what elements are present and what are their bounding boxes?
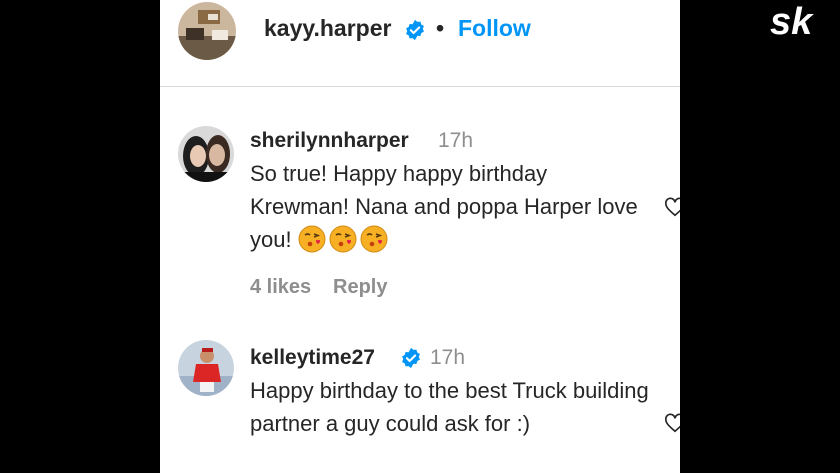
emoji-group xyxy=(298,225,391,253)
separator-dot: • xyxy=(436,15,445,41)
kissing-heart-emoji-icon xyxy=(298,225,326,253)
comment-text: Happy birthday to the best Truck buildin… xyxy=(250,378,649,436)
comment-username[interactable]: kelleytime27 xyxy=(250,346,375,370)
comment-username[interactable]: sherilynnharper xyxy=(250,129,409,153)
reply-button[interactable]: Reply xyxy=(333,276,387,299)
comment-time[interactable]: 17h xyxy=(438,129,473,153)
follow-button[interactable]: Follow xyxy=(458,15,531,42)
verified-badge-icon xyxy=(406,19,424,41)
comment-avatar[interactable] xyxy=(178,126,234,182)
kissing-heart-emoji-icon xyxy=(360,225,388,253)
post-header: kayy.harper • Follow xyxy=(160,0,680,87)
post-username[interactable]: kayy.harper xyxy=(264,15,391,42)
comment-avatar[interactable] xyxy=(178,340,234,396)
comment-time[interactable]: 17h xyxy=(430,346,465,370)
heart-icon[interactable] xyxy=(664,196,680,218)
instagram-post-panel: kayy.harper • Follow sherilynnharper 17h… xyxy=(160,0,680,473)
logo-text: sk xyxy=(770,3,814,43)
heart-icon[interactable] xyxy=(664,412,680,434)
kissing-heart-emoji-icon xyxy=(329,225,357,253)
profile-avatar[interactable] xyxy=(178,2,236,60)
comment-text: So true! Happy happy birthday Krewman! N… xyxy=(250,157,650,256)
sk-logo: sk xyxy=(770,3,814,43)
verified-badge-icon xyxy=(402,347,420,369)
likes-count[interactable]: 4 likes xyxy=(250,276,311,299)
